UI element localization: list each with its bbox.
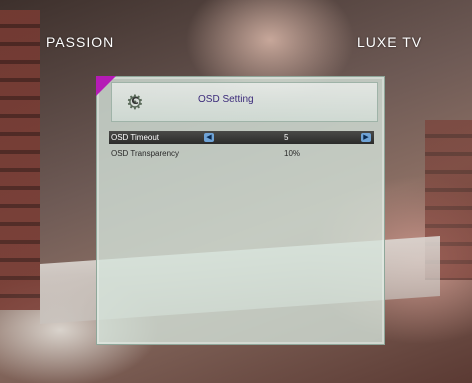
osd-transparency-value: 10% xyxy=(284,149,301,158)
video-scene-boxes-left xyxy=(0,10,40,310)
arrow-right-icon[interactable]: ▶ xyxy=(361,133,371,142)
gear-icon-letter: C xyxy=(131,96,139,107)
osd-timeout-value: 5 xyxy=(284,133,289,142)
osd-transparency-label: OSD Transparency xyxy=(111,149,180,158)
osd-settings-list: OSD Timeout ◀ 5 ▶ OSD Transparency 10% xyxy=(109,131,374,163)
osd-corner-accent xyxy=(96,76,116,96)
osd-transparency-row[interactable]: OSD Transparency 10% xyxy=(109,147,374,160)
osd-timeout-label: OSD Timeout xyxy=(111,133,160,142)
osd-setting-dialog: ⚙ C OSD Setting OSD Timeout ◀ 5 ▶ OSD Tr… xyxy=(96,76,385,345)
gear-icon: ⚙ C xyxy=(124,91,146,113)
osd-title: OSD Setting xyxy=(198,94,254,105)
channel-logo-right: LUXE TV xyxy=(357,34,423,50)
arrow-left-icon[interactable]: ◀ xyxy=(204,133,214,142)
osd-timeout-row[interactable]: OSD Timeout ◀ 5 ▶ xyxy=(109,131,374,144)
channel-logo-left: PASSION xyxy=(46,34,115,50)
osd-header: ⚙ C OSD Setting xyxy=(111,82,378,122)
